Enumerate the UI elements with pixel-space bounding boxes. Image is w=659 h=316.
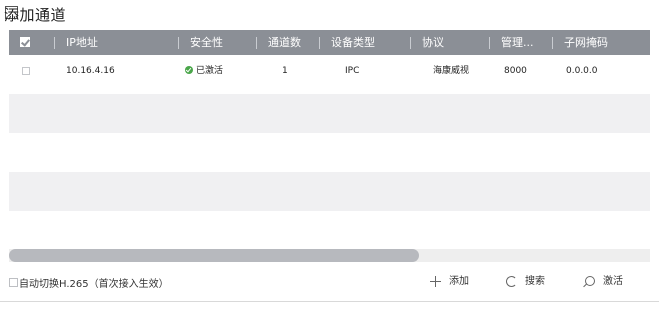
activate-button[interactable]: 激活 bbox=[585, 273, 623, 291]
column-separator bbox=[552, 37, 553, 49]
column-header-device-type[interactable]: 设备类型 bbox=[319, 30, 409, 55]
footer-divider bbox=[0, 301, 659, 302]
plus-icon bbox=[430, 275, 441, 287]
scrollbar-thumb[interactable] bbox=[9, 249, 419, 262]
column-label: 协议 bbox=[422, 36, 444, 49]
column-header-ip[interactable]: IP地址 bbox=[54, 30, 176, 55]
cell-protocol: 海康威视 bbox=[433, 66, 470, 76]
column-label: 安全性 bbox=[190, 36, 223, 49]
security-status: 已激活 bbox=[196, 66, 224, 76]
table-row-empty bbox=[9, 94, 650, 133]
device-table: IP地址 安全性 通道数 设备类型 协议 管理... 子网掩码 10.16.4.… bbox=[9, 30, 650, 262]
table-row-empty bbox=[9, 211, 650, 250]
column-header-protocol[interactable]: 协议 bbox=[410, 30, 488, 55]
auto-switch-checkbox[interactable] bbox=[9, 278, 18, 287]
table-header: IP地址 安全性 通道数 设备类型 协议 管理... 子网掩码 bbox=[9, 30, 650, 55]
column-separator bbox=[178, 37, 179, 49]
column-separator bbox=[256, 37, 257, 49]
cell-ip: 10.16.4.16 bbox=[66, 66, 115, 76]
column-header-subnet-mask[interactable]: 子网掩码 bbox=[552, 30, 650, 55]
header-select-all-cell[interactable] bbox=[9, 30, 41, 55]
add-label: 添加 bbox=[449, 276, 469, 287]
column-header-channels[interactable]: 通道数 bbox=[256, 30, 320, 55]
dialog-footer: 自动切换H.265（首次接入生效） 添加 搜索 激活 bbox=[0, 268, 659, 298]
column-separator bbox=[410, 37, 411, 49]
column-label: IP地址 bbox=[66, 36, 98, 49]
search-label: 搜索 bbox=[525, 276, 545, 287]
column-separator bbox=[489, 37, 490, 49]
column-separator bbox=[54, 37, 55, 49]
column-label: 设备类型 bbox=[331, 36, 375, 49]
row-checkbox[interactable] bbox=[22, 67, 30, 75]
search-icon bbox=[585, 276, 595, 286]
column-label: 子网掩码 bbox=[564, 36, 608, 49]
activate-label: 激活 bbox=[603, 276, 623, 287]
column-label: 管理... bbox=[501, 36, 534, 49]
column-label: 通道数 bbox=[268, 36, 301, 49]
column-header-port[interactable]: 管理... bbox=[489, 30, 551, 55]
add-button[interactable]: 添加 bbox=[430, 273, 469, 291]
auto-switch-label[interactable]: 自动切换H.265（首次接入生效） bbox=[19, 275, 169, 290]
horizontal-scrollbar[interactable] bbox=[9, 249, 650, 262]
dialog-title-bar: 添加通道 bbox=[0, 0, 659, 30]
check-circle-icon bbox=[185, 65, 193, 74]
table-row-empty bbox=[9, 133, 650, 172]
cell-subnet-mask: 0.0.0.0 bbox=[566, 66, 598, 76]
column-separator bbox=[319, 37, 320, 49]
cell-channels: 1 bbox=[282, 66, 288, 76]
column-header-security[interactable]: 安全性 bbox=[178, 30, 258, 55]
refresh-icon bbox=[506, 275, 517, 287]
search-button[interactable]: 搜索 bbox=[506, 273, 545, 291]
cell-device-type: IPC bbox=[345, 66, 360, 76]
cell-security: 已激活 bbox=[185, 55, 223, 94]
table-row-empty bbox=[9, 172, 650, 211]
cell-port: 8000 bbox=[504, 66, 527, 76]
table-row[interactable]: 10.16.4.16 已激活 1 IPC 海康威视 8000 0.0.0.0 bbox=[9, 55, 650, 94]
dialog-title: 添加通道 bbox=[4, 6, 67, 24]
select-all-checkbox[interactable] bbox=[20, 37, 30, 47]
